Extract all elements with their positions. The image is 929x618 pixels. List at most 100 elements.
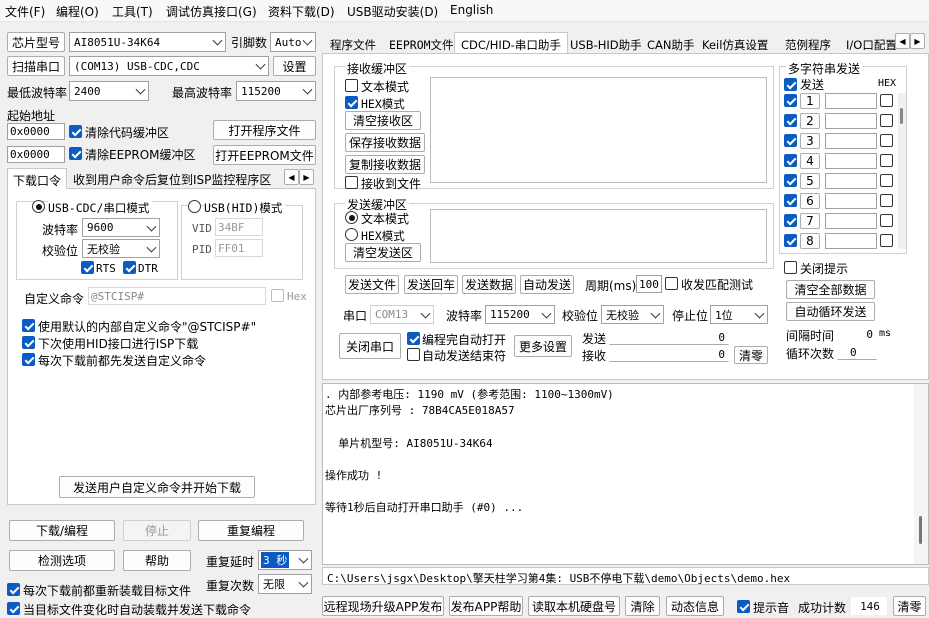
tab-io-config[interactable]: I/O口配置 <box>846 37 897 53</box>
multi-row-input[interactable] <box>825 113 877 129</box>
port-select-right[interactable]: COM13 <box>370 305 434 324</box>
multi-row-input[interactable] <box>825 213 877 229</box>
menu-tools[interactable]: 工具(T) <box>112 3 153 20</box>
multi-row-input[interactable] <box>825 153 877 169</box>
code-address-input[interactable]: 0x0000 <box>7 123 65 140</box>
sound-checkbox[interactable] <box>737 600 750 613</box>
tab-scroll-left-icon[interactable]: ◀ <box>284 169 299 185</box>
tab-can-helper[interactable]: CAN助手 <box>647 37 695 53</box>
send-custom-command-button[interactable]: 发送用户自定义命令并开始下载 <box>59 476 255 498</box>
repeat-count-select[interactable]: 无限 <box>258 574 312 594</box>
stop-button[interactable]: 停止 <box>123 520 191 541</box>
multi-row-hex-checkbox[interactable] <box>880 214 893 227</box>
multi-row-send-button[interactable]: 1 <box>800 93 820 109</box>
interval-input[interactable]: 0 <box>837 326 877 342</box>
multi-row-checkbox[interactable] <box>784 134 797 147</box>
multi-row-hex-checkbox[interactable] <box>880 174 893 187</box>
multi-row-send-button[interactable]: 6 <box>800 193 820 209</box>
hid-mode-radio[interactable] <box>188 200 201 213</box>
multi-row-checkbox[interactable] <box>784 114 797 127</box>
multi-send-all-checkbox[interactable] <box>784 78 797 91</box>
auto-open-checkbox[interactable] <box>407 332 420 345</box>
menu-program[interactable]: 编程(O) <box>56 3 99 20</box>
clear-receive-button[interactable]: 清空接收区 <box>345 111 421 130</box>
dtr-checkbox[interactable] <box>123 261 136 274</box>
send-enter-button[interactable]: 发送回车 <box>404 275 458 294</box>
menu-downloads[interactable]: 资料下载(D) <box>268 3 335 20</box>
tab-examples[interactable]: 范例程序 <box>785 37 831 53</box>
recv-hex-mode-checkbox[interactable] <box>345 96 358 109</box>
more-settings-button[interactable]: 更多设置 <box>514 335 572 357</box>
min-baud-select[interactable]: 2400 <box>69 81 149 101</box>
clear-code-checkbox[interactable] <box>69 125 82 138</box>
scan-port-button[interactable]: 扫描串口 <box>7 56 65 76</box>
repeat-delay-select[interactable]: 3 秒 <box>258 550 312 570</box>
loop-count-input[interactable]: 0 <box>837 344 877 360</box>
multi-row-checkbox[interactable] <box>784 234 797 247</box>
reset-count-button[interactable]: 清零 <box>893 596 926 616</box>
multi-row-checkbox[interactable] <box>784 94 797 107</box>
multi-row-send-button[interactable]: 8 <box>800 233 820 249</box>
open-eeprom-file-button[interactable]: 打开EEPROM文件 <box>213 145 316 165</box>
help-button[interactable]: 帮助 <box>123 550 191 571</box>
menu-english[interactable]: English <box>450 3 493 17</box>
send-text-area[interactable] <box>430 209 767 263</box>
chip-model-button[interactable]: 芯片型号 <box>7 32 65 52</box>
send-hex-mode-radio[interactable] <box>345 228 358 241</box>
multi-scroll-thumb[interactable] <box>900 108 903 124</box>
right-baud-select[interactable]: 115200 <box>485 305 555 324</box>
reload-before-download-checkbox[interactable] <box>7 583 20 596</box>
tab-keil-settings[interactable]: Keil仿真设置 <box>702 37 768 53</box>
right-parity-select[interactable]: 无校验 <box>601 305 664 324</box>
multi-row-input[interactable] <box>825 193 877 209</box>
save-receive-button[interactable]: 保存接收数据 <box>345 133 425 152</box>
check-options-button[interactable]: 检测选项 <box>9 550 115 571</box>
menu-usb-driver[interactable]: USB驱动安装(D) <box>347 3 438 20</box>
pin-count-select[interactable]: Auto <box>270 32 316 52</box>
match-test-checkbox[interactable] <box>665 277 678 290</box>
tab-program-file[interactable]: 程序文件 <box>330 37 376 53</box>
cdc-mode-radio[interactable] <box>32 200 45 213</box>
multi-row-hex-checkbox[interactable] <box>880 194 893 207</box>
auto-load-on-change-checkbox[interactable] <box>7 602 20 615</box>
multi-row-hex-checkbox[interactable] <box>880 94 893 107</box>
multi-row-input[interactable] <box>825 133 877 149</box>
multi-row-input[interactable] <box>825 93 877 109</box>
send-file-button[interactable]: 发送文件 <box>345 275 399 294</box>
close-port-button[interactable]: 关闭串口 <box>339 333 401 359</box>
multi-row-hex-checkbox[interactable] <box>880 234 893 247</box>
download-program-button[interactable]: 下载/编程 <box>9 520 115 541</box>
multi-row-send-button[interactable]: 5 <box>800 173 820 189</box>
eeprom-address-input[interactable]: 0x0000 <box>7 146 65 163</box>
multi-row-send-button[interactable]: 3 <box>800 133 820 149</box>
multi-row-checkbox[interactable] <box>784 154 797 167</box>
close-prompt-checkbox[interactable] <box>784 261 797 274</box>
multi-row-hex-checkbox[interactable] <box>880 134 893 147</box>
open-program-file-button[interactable]: 打开程序文件 <box>213 120 316 140</box>
custom-hex-checkbox[interactable] <box>271 289 284 302</box>
clear-log-button[interactable]: 清除 <box>625 596 660 616</box>
read-disk-button[interactable]: 读取本机硬盘号 <box>528 596 620 616</box>
app-help-button[interactable]: 发布APP帮助 <box>449 596 523 616</box>
right-tab-scroll-left-icon[interactable]: ◀ <box>895 33 910 49</box>
recv-to-file-checkbox[interactable] <box>345 176 358 189</box>
multi-row-hex-checkbox[interactable] <box>880 114 893 127</box>
use-default-command-checkbox[interactable] <box>22 319 35 332</box>
vid-input[interactable]: 34BF <box>215 218 263 236</box>
chip-model-select[interactable]: AI8051U-34K64 <box>69 32 226 52</box>
multi-row-checkbox[interactable] <box>784 214 797 227</box>
tab-reset-isp[interactable]: 收到用户命令后复位到ISP监控程序区 <box>73 171 271 188</box>
clear-eeprom-checkbox[interactable] <box>69 147 82 160</box>
log-output[interactable]: . 内部参考电压: 1190 mV (参考范围: 1100~1300mV) 芯片出… <box>322 383 929 565</box>
multi-row-send-button[interactable]: 4 <box>800 153 820 169</box>
dynamic-info-button[interactable]: 动态信息 <box>666 596 724 616</box>
clear-all-data-button[interactable]: 清空全部数据 <box>786 280 875 299</box>
clear-send-button[interactable]: 清空发送区 <box>345 243 421 262</box>
remote-upgrade-button[interactable]: 远程现场升级APP发布 <box>322 596 444 616</box>
period-input[interactable]: 100 <box>636 275 662 293</box>
copy-receive-button[interactable]: 复制接收数据 <box>345 155 425 174</box>
menu-debug[interactable]: 调试仿真接口(G) <box>166 3 257 20</box>
multi-row-send-button[interactable]: 2 <box>800 113 820 129</box>
receive-text-area[interactable] <box>430 77 767 183</box>
auto-loop-send-button[interactable]: 自动循环发送 <box>786 302 875 321</box>
